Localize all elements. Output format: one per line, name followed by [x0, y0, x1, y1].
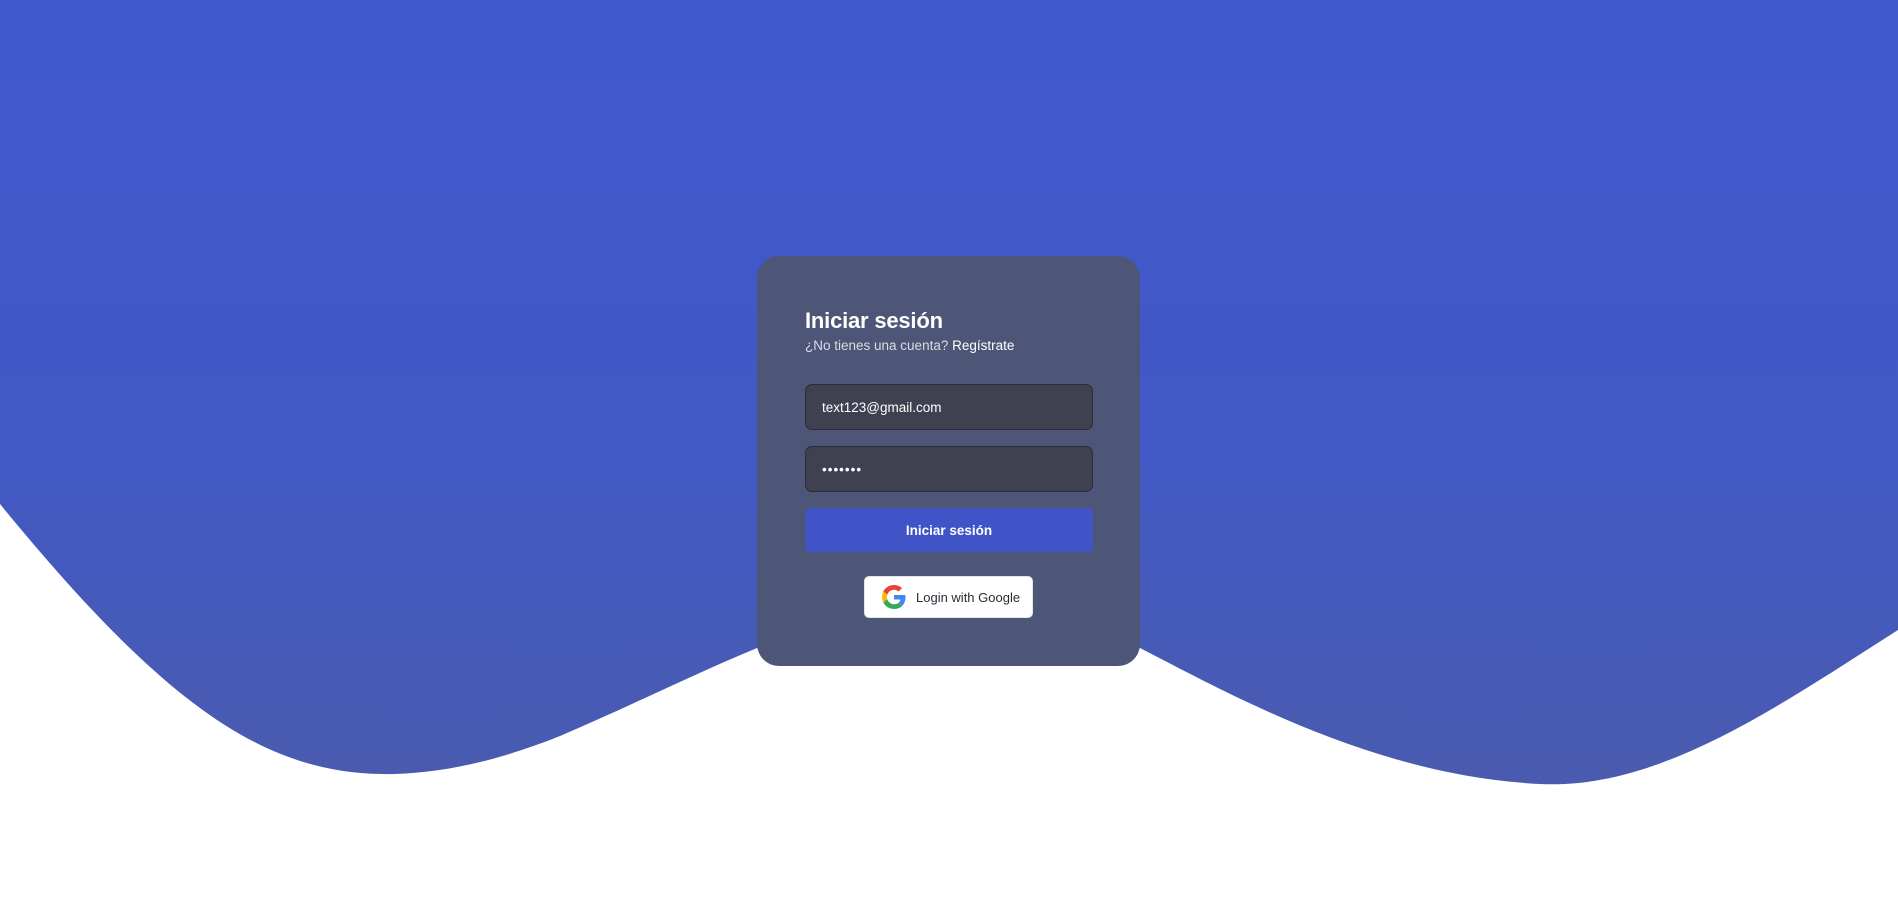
google-login-button[interactable]: Login with Google	[864, 576, 1033, 618]
password-field[interactable]	[805, 446, 1093, 492]
email-field[interactable]	[805, 384, 1093, 430]
login-card: Iniciar sesión ¿No tienes una cuenta? Re…	[757, 256, 1140, 666]
signup-prompt: ¿No tienes una cuenta? Regístrate	[805, 338, 1014, 353]
login-title: Iniciar sesión	[805, 308, 943, 333]
google-icon	[882, 585, 906, 609]
login-page: Iniciar sesión ¿No tienes una cuenta? Re…	[0, 0, 1898, 924]
signup-prompt-text: ¿No tienes una cuenta?	[805, 338, 949, 353]
google-login-label: Login with Google	[916, 589, 1021, 605]
login-button[interactable]: Iniciar sesión	[805, 508, 1093, 552]
register-link[interactable]: Regístrate	[952, 338, 1014, 353]
